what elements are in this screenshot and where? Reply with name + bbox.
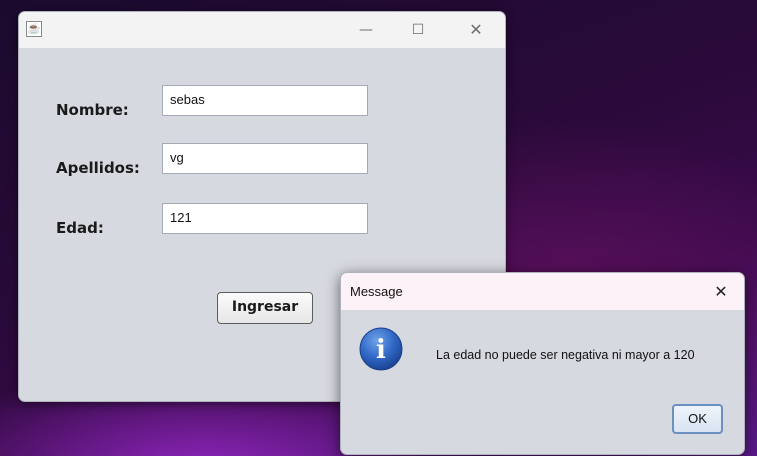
java-app-icon: ☕ [26, 21, 42, 37]
dialog-title: Message [350, 284, 403, 299]
dialog-title-bar[interactable]: Message ✕ [341, 273, 744, 310]
ingresar-button[interactable]: Ingresar [217, 292, 313, 324]
minimize-button[interactable]: — [343, 12, 389, 48]
info-icon: i [359, 327, 403, 371]
nombre-label: Nombre: [56, 101, 129, 119]
edad-field[interactable]: 121 [162, 203, 368, 234]
ok-button[interactable]: OK [672, 404, 723, 434]
maximize-button[interactable]: ☐ [395, 12, 441, 48]
title-bar[interactable]: ☕ — ☐ ✕ [19, 12, 505, 48]
message-dialog: Message ✕ i La edad no puede ser negativ… [340, 272, 745, 455]
close-button[interactable]: ✕ [453, 12, 499, 48]
apellidos-label: Apellidos: [56, 159, 140, 177]
nombre-field[interactable]: sebas [162, 85, 368, 116]
dialog-close-button[interactable]: ✕ [698, 273, 744, 310]
info-icon-glyph: i [376, 335, 386, 365]
apellidos-field[interactable]: vg [162, 143, 368, 174]
dialog-message: La edad no puede ser negativa ni mayor a… [436, 348, 695, 362]
edad-label: Edad: [56, 219, 104, 237]
